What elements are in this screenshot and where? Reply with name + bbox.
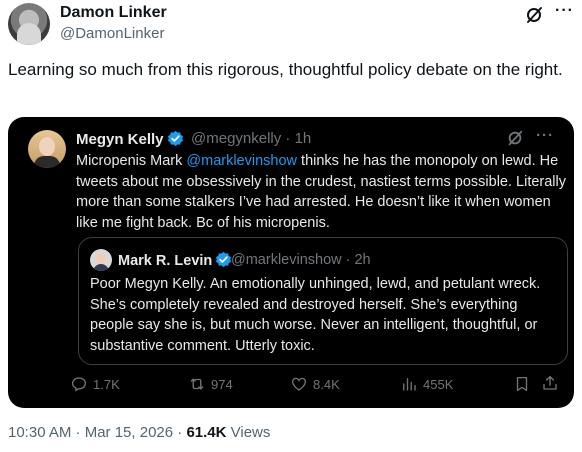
- action-bar: 1.7K 974 8.4K 455K: [8, 372, 574, 396]
- repost-count: 974: [211, 376, 233, 392]
- reply-action: 1.7K: [70, 372, 120, 396]
- like-count: 8.4K: [313, 376, 340, 392]
- view-count: 61.4K: [186, 424, 227, 441]
- more-icon[interactable]: ···: [555, 2, 574, 20]
- repost-action: 974: [188, 372, 233, 396]
- grok-icon: [508, 130, 523, 146]
- reply-count: 1.7K: [93, 376, 120, 392]
- bookmark-icon: [516, 376, 528, 392]
- verified-badge-icon: [216, 251, 232, 268]
- share-icon: [543, 375, 557, 390]
- tweet-text: Learning so much from this rigorous, tho…: [8, 60, 563, 79]
- megyn-kelly-tweet-text: Micropenis Mark @marklevinshow thinks he…: [76, 153, 567, 231]
- timestamp[interactable]: 10:30 AM · Mar 15, 2026 ·: [8, 424, 186, 441]
- more-icon: ···: [536, 127, 554, 144]
- repost-icon: [190, 378, 204, 390]
- mark-levin-avatar: [90, 249, 112, 271]
- screenshot-image[interactable]: Megyn Kelly @megynkelly · 1h ··· Micrope…: [8, 117, 574, 408]
- mark-levin-tweet-text: Poor Megyn Kelly. An emotionally unhinge…: [90, 276, 541, 354]
- author-handle[interactable]: @DamonLinker: [60, 25, 164, 42]
- heart-icon: [291, 377, 307, 391]
- megyn-kelly-name-row: Megyn Kelly: [76, 130, 184, 148]
- mark-levin-name-row: Mark R. Levin: [118, 251, 232, 269]
- avatar[interactable]: [8, 3, 50, 45]
- views-count: 455K: [423, 376, 454, 392]
- like-action: 8.4K: [290, 372, 340, 396]
- tweet-meta: 10:30 AM · Mar 15, 2026 · 61.4K Views: [8, 424, 270, 441]
- verified-badge-icon: [167, 130, 183, 147]
- grok-icon[interactable]: [524, 5, 544, 25]
- mark-levin-name: Mark R. Levin: [118, 253, 213, 269]
- quoted-tweet: Mark R. Levin @marklevinshow · 2h Poor M…: [78, 237, 568, 365]
- megyn-kelly-name: Megyn Kelly: [76, 131, 164, 148]
- tweet-header: Damon Linker @DamonLinker ···: [8, 2, 574, 47]
- mention-link: @marklevinshow: [186, 153, 298, 169]
- mark-levin-handle: @marklevinshow · 2h: [231, 252, 371, 268]
- megyn-kelly-avatar: [28, 130, 66, 168]
- views-label: Views: [226, 424, 271, 441]
- views-chart-icon: [403, 378, 416, 391]
- reply-icon: [71, 377, 87, 392]
- views-action: 455K: [400, 372, 453, 396]
- megyn-kelly-handle: @megynkelly · 1h: [191, 130, 312, 147]
- author-name[interactable]: Damon Linker: [60, 4, 167, 22]
